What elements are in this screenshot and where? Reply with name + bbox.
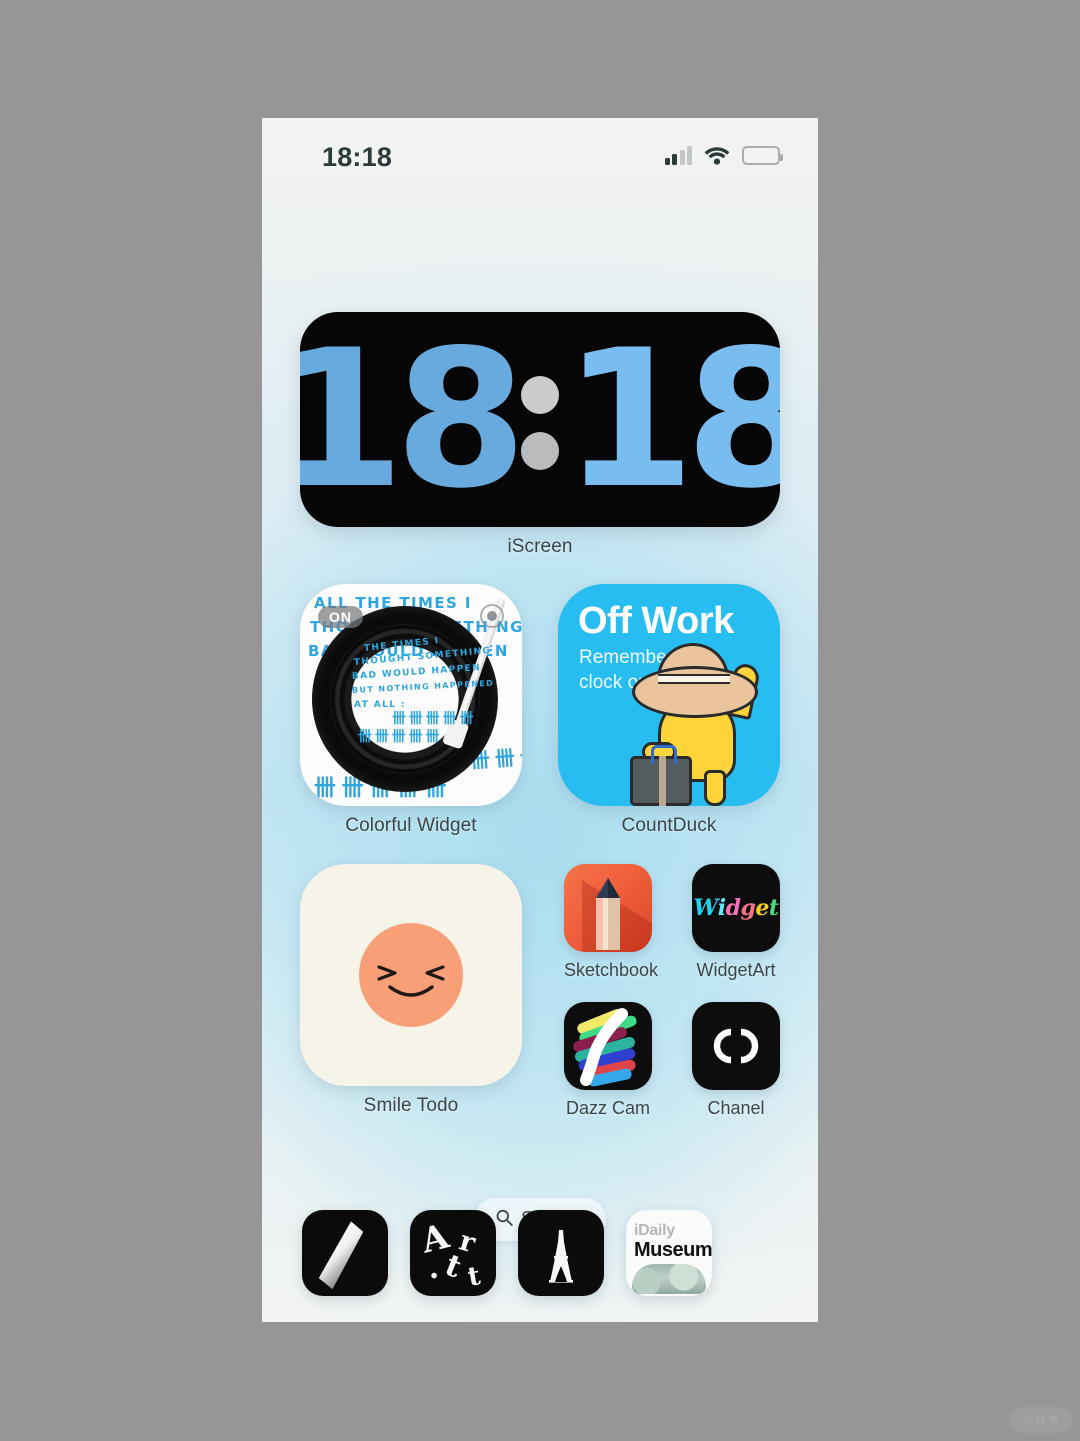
colorful-widget[interactable]: ALL THE TIMES I THOUGHT SOMETHING BAD WO…	[300, 584, 522, 837]
app-dazz-cam[interactable]: Dazz Cam	[564, 1002, 652, 1119]
countduck-widget[interactable]: Off Work Remember to clock out CountDuck	[558, 584, 780, 837]
status-bar: 18:18	[262, 118, 818, 196]
app-chanel[interactable]: Chanel	[692, 1002, 780, 1119]
battery-icon	[742, 146, 783, 165]
smile-todo-widget-card[interactable]	[300, 864, 522, 1086]
colon-dots-icon	[517, 340, 563, 500]
double-c-logo-icon[interactable]	[692, 1002, 780, 1090]
landscape-painting-icon	[632, 1264, 706, 1294]
eiffel-tower-icon	[536, 1222, 586, 1291]
smile-todo-widget-label: Smile Todo	[363, 1095, 459, 1116]
pencil-icon[interactable]	[564, 864, 652, 952]
clock-widget[interactable]: 18 18 iScreen	[300, 312, 780, 558]
app-label: Dazz Cam	[565, 1098, 650, 1118]
colorful-widget-card[interactable]: ALL THE TIMES I THOUGHT SOMETHING BAD WO…	[300, 584, 522, 806]
countduck-title: Off Work	[578, 600, 734, 642]
status-badge: ON	[318, 606, 363, 628]
app-label: WidgetArt	[696, 960, 776, 980]
color-swirl-icon[interactable]	[564, 1002, 652, 1090]
status-bar-time: 18:18	[322, 142, 393, 172]
countduck-widget-card[interactable]: Off Work Remember to clock out	[558, 584, 780, 806]
phone-screen: 18:18 18 18 iScreen ALL THE TIMES I SOME…	[262, 118, 818, 1322]
suitcase-icon	[630, 745, 692, 806]
app-label: Sketchbook	[564, 960, 659, 980]
dock-eiffel[interactable]	[518, 1210, 604, 1296]
record-center-text: THE TIMES I THOUGHT SOMETHING BAD WOULD …	[351, 636, 495, 745]
smiling-face-icon	[359, 923, 463, 1027]
idaily-museum-wordmark: iDaily Museum	[634, 1222, 712, 1261]
dock-brush[interactable]	[302, 1210, 388, 1296]
mouth-icon	[388, 985, 434, 1003]
app-label: Chanel	[707, 1098, 765, 1118]
clock-hours: 18	[300, 312, 527, 527]
smile-todo-widget[interactable]: Smile Todo	[300, 864, 522, 1117]
dock: A r . t t iDaily Museum	[262, 1192, 818, 1322]
watermark: 小红书	[1010, 1407, 1072, 1433]
duck-with-hat-icon	[630, 643, 780, 806]
clock-digits: 18 18	[300, 312, 780, 527]
clock-widget-card[interactable]: 18 18	[300, 312, 780, 527]
brush-stroke-icon	[317, 1218, 365, 1293]
art-letters-icon: A r . t t	[417, 1216, 483, 1293]
dock-art[interactable]: A r . t t	[410, 1210, 496, 1296]
screenshot-canvas: 18:18 18 18 iScreen ALL THE TIMES I SOME…	[0, 0, 1080, 1441]
widget-script-icon[interactable]: Widget	[692, 864, 780, 952]
clock-widget-label: iScreen	[507, 536, 573, 557]
cellular-bars-icon	[664, 146, 692, 165]
colorful-widget-label: Colorful Widget	[345, 815, 477, 836]
clock-minutes: 18	[563, 312, 780, 527]
record-dot-icon[interactable]	[480, 604, 504, 628]
status-bar-indicators	[664, 146, 783, 165]
countduck-widget-label: CountDuck	[621, 815, 717, 836]
dock-idaily-museum[interactable]: iDaily Museum	[626, 1210, 712, 1296]
app-sketchbook[interactable]: Sketchbook	[564, 864, 659, 981]
wifi-icon	[704, 146, 730, 165]
app-widgetart[interactable]: Widget WidgetArt	[692, 864, 780, 981]
